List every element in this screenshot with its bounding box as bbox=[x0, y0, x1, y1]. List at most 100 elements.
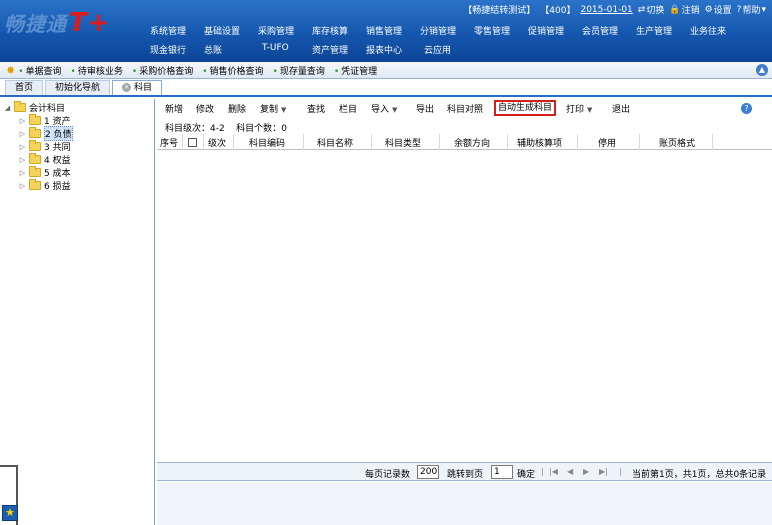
col-divider bbox=[182, 134, 183, 150]
level-label: 科目级次： bbox=[165, 124, 211, 134]
last-page-icon[interactable]: ▶| bbox=[599, 467, 608, 476]
delete-button[interactable]: 删除 bbox=[228, 102, 246, 115]
expand-triangle-icon[interactable]: ▷ bbox=[18, 143, 27, 151]
col-header[interactable]: 科目类型 bbox=[385, 136, 421, 149]
exit-button[interactable]: 退出 bbox=[612, 102, 630, 115]
tree-item[interactable]: ▷ 5 成本 bbox=[18, 166, 71, 179]
menu-item[interactable]: 业务往来 bbox=[690, 24, 736, 40]
quick-link[interactable]: 采购价格查询 bbox=[132, 64, 193, 77]
menu-item[interactable]: 采购管理 bbox=[258, 24, 312, 40]
export-button[interactable]: 导出 bbox=[416, 102, 434, 115]
main-menu-row-2: 现金银行 总账 T-UFO 资产管理 报表中心 云应用 bbox=[150, 43, 470, 59]
favorites-star-icon: ✸ bbox=[6, 63, 16, 77]
col-divider bbox=[203, 134, 204, 150]
col-header[interactable]: 辅助核算项 bbox=[517, 136, 562, 149]
print-button[interactable]: 打印 ▼ bbox=[566, 102, 592, 115]
tree-item[interactable]: ▷ 4 权益 bbox=[18, 153, 71, 166]
quick-access-bar: ✸ 单据查询 待审核业务 采购价格查询 销售价格查询 现存量查询 凭证管理 ▲ bbox=[0, 62, 772, 79]
menu-item[interactable]: 系统管理 bbox=[150, 24, 204, 40]
login-date[interactable]: 2015-01-01 bbox=[580, 5, 632, 15]
col-header[interactable]: 科目名称 bbox=[317, 136, 353, 149]
quick-link[interactable]: 单据查询 bbox=[18, 64, 62, 77]
tab-home[interactable]: 首页 bbox=[5, 80, 44, 95]
menu-item[interactable]: 分销管理 bbox=[420, 24, 474, 40]
count-value: 0 bbox=[281, 124, 287, 134]
tree-item[interactable]: ▷ 6 损益 bbox=[18, 179, 71, 192]
menu-item[interactable]: 总账 bbox=[204, 43, 262, 59]
col-divider bbox=[712, 134, 713, 150]
confirm-button[interactable]: 确定 bbox=[517, 467, 535, 480]
prev-page-icon[interactable]: ◀ bbox=[567, 467, 573, 476]
grid-body[interactable] bbox=[157, 151, 772, 462]
add-button[interactable]: 新增 bbox=[165, 102, 183, 115]
goto-page-input[interactable]: 1 bbox=[491, 465, 513, 479]
select-all-checkbox[interactable] bbox=[188, 138, 197, 147]
tree-item[interactable]: ▷ 2 负债 bbox=[18, 126, 73, 141]
toolbar: 新增 修改 删除 复制 ▼ 查找 栏目 导入 ▼ 导出 科目对照 自动生成科目 打印… bbox=[157, 99, 772, 117]
tree-root[interactable]: ◢ 会计科目 bbox=[3, 101, 65, 114]
collapse-triangle-icon[interactable]: ◢ bbox=[3, 104, 12, 112]
expand-triangle-icon[interactable]: ▷ bbox=[18, 156, 27, 164]
col-header[interactable]: 停用 bbox=[598, 136, 616, 149]
logout-label: 注销 bbox=[681, 6, 700, 16]
logo-suffix: T+ bbox=[69, 8, 111, 38]
expand-triangle-icon[interactable]: ▷ bbox=[18, 117, 27, 125]
logo-text: 畅捷通 bbox=[4, 12, 67, 36]
menu-item[interactable]: 会员管理 bbox=[582, 24, 636, 40]
lock-icon: 🔒 bbox=[669, 4, 681, 15]
menu-item[interactable]: 销售管理 bbox=[366, 24, 420, 40]
col-divider bbox=[507, 134, 508, 150]
col-header[interactable]: 科目编码 bbox=[249, 136, 285, 149]
tree-item[interactable]: ▷ 3 共同 bbox=[18, 140, 71, 153]
favorites-star-button[interactable]: ★ bbox=[2, 505, 18, 521]
expand-triangle-icon[interactable]: ▷ bbox=[18, 130, 27, 138]
copy-button[interactable]: 复制 ▼ bbox=[260, 102, 286, 115]
collapse-up-icon[interactable]: ▲ bbox=[756, 64, 768, 76]
pager: 每页记录数 200 跳转到页 1 确定 | |◀ ◀ ▶ ▶| | 当前第1页，… bbox=[157, 462, 772, 481]
menu-item[interactable]: 现金银行 bbox=[150, 43, 204, 59]
menu-item[interactable]: T-UFO bbox=[262, 43, 312, 59]
help-icon[interactable]: ? bbox=[741, 103, 752, 114]
menu-item[interactable]: 生产管理 bbox=[636, 24, 690, 40]
next-page-icon[interactable]: ▶ bbox=[583, 467, 589, 476]
account-mapping-button[interactable]: 科目对照 bbox=[447, 102, 483, 115]
quick-link[interactable]: 现存量查询 bbox=[273, 64, 325, 77]
menu-item[interactable]: 库存核算 bbox=[312, 24, 366, 40]
tree-item-label: 3 共同 bbox=[44, 143, 71, 153]
menu-item[interactable]: 零售管理 bbox=[474, 24, 528, 40]
col-header[interactable]: 序号 bbox=[160, 136, 178, 149]
quick-link[interactable]: 销售价格查询 bbox=[202, 64, 264, 77]
logout-button[interactable]: 🔒 注销 bbox=[669, 3, 700, 17]
tab-accounts[interactable]: × 科目 bbox=[112, 80, 163, 95]
col-header[interactable]: 级次 bbox=[208, 136, 226, 149]
import-button[interactable]: 导入 ▼ bbox=[371, 102, 397, 115]
tab-init-guide[interactable]: 初始化导航 bbox=[45, 80, 111, 95]
help-menu-button[interactable]: ? 帮助 ▾ bbox=[737, 3, 766, 17]
quick-link[interactable]: 待审核业务 bbox=[71, 64, 123, 77]
col-header[interactable]: 余额方向 bbox=[454, 136, 490, 149]
columns-button[interactable]: 栏目 bbox=[339, 102, 357, 115]
menu-item[interactable]: 基础设置 bbox=[204, 24, 258, 40]
menu-item[interactable]: 云应用 bbox=[424, 43, 470, 59]
bottom-panel bbox=[157, 482, 772, 525]
goto-label: 跳转到页 bbox=[447, 470, 484, 480]
menu-item[interactable]: 报表中心 bbox=[366, 43, 424, 59]
col-divider bbox=[439, 134, 440, 150]
switch-button[interactable]: ⇄ 切换 bbox=[638, 3, 665, 17]
col-header[interactable]: 账页格式 bbox=[659, 136, 695, 149]
settings-button[interactable]: ⚙ 设置 bbox=[705, 3, 732, 17]
close-icon[interactable]: × bbox=[122, 83, 132, 92]
chevron-down-icon: ▼ bbox=[392, 106, 398, 114]
per-page-input[interactable]: 200 bbox=[417, 465, 439, 479]
menu-item[interactable]: 促销管理 bbox=[528, 24, 582, 40]
first-page-icon[interactable]: |◀ bbox=[549, 467, 558, 476]
find-button[interactable]: 查找 bbox=[307, 102, 325, 115]
menu-item[interactable]: 资产管理 bbox=[312, 43, 366, 59]
expand-triangle-icon[interactable]: ▷ bbox=[18, 169, 27, 177]
modify-button[interactable]: 修改 bbox=[196, 102, 214, 115]
help-label: 帮助 bbox=[742, 6, 761, 16]
folder-icon bbox=[29, 179, 41, 190]
auto-generate-accounts-button[interactable]: 自动生成科目 bbox=[494, 100, 557, 116]
quick-link[interactable]: 凭证管理 bbox=[334, 64, 377, 77]
expand-triangle-icon[interactable]: ▷ bbox=[18, 182, 27, 190]
